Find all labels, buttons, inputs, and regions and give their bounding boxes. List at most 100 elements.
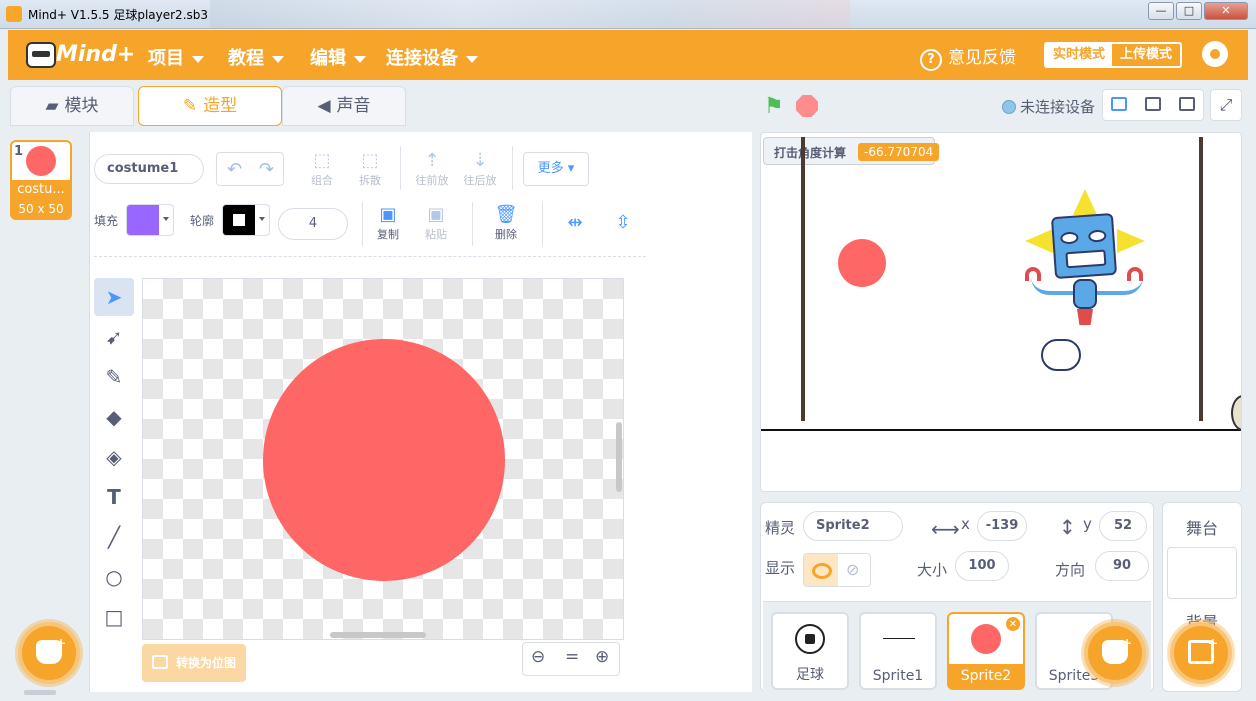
eye-icon[interactable] [804, 554, 838, 586]
large-stage-icon[interactable] [1179, 97, 1195, 111]
green-flag-icon[interactable]: ⚑ [764, 94, 784, 119]
add-costume-button[interactable]: + [18, 622, 80, 684]
outline-color-picker[interactable] [222, 204, 270, 236]
robot-ear [1117, 229, 1145, 253]
robot-sprite[interactable] [1023, 189, 1151, 389]
ground-line [761, 429, 1241, 431]
monitor-label: 打击角度计算 [774, 146, 847, 160]
x-label: x [961, 515, 970, 533]
divider [362, 202, 363, 246]
select-tool-icon[interactable]: ➤ [94, 278, 134, 316]
menu-tutorial[interactable]: 教程 [228, 44, 284, 70]
direction-input[interactable]: 90 [1095, 551, 1149, 581]
red-ball-sprite[interactable] [838, 239, 886, 287]
tab-blocks[interactable]: ▰ 模块 [10, 86, 134, 126]
upload-mode-button[interactable]: 上传模式 [1112, 44, 1180, 66]
paste-button[interactable]: ▣ 粘贴 [420, 204, 452, 242]
small-stage-icon[interactable] [1111, 97, 1127, 111]
paste-icon: ▣ [427, 204, 445, 225]
zoom-in-icon[interactable]: ⊕ [595, 647, 609, 667]
copy-button[interactable]: ▣ 复制 [372, 204, 404, 242]
eye-hidden-icon[interactable]: ⊘ [846, 560, 859, 579]
red-circle-thumbnail [26, 146, 56, 176]
add-backdrop-button[interactable]: + [1170, 622, 1232, 684]
redo-icon[interactable]: ↷ [259, 159, 274, 180]
minimize-button[interactable]: — [1148, 2, 1174, 20]
sprite-tile-sprite1[interactable]: Sprite1 [859, 612, 937, 690]
ungroup-button[interactable]: ⬚ 拆散 [352, 150, 388, 188]
undo-icon[interactable]: ↶ [227, 159, 242, 180]
forward-button[interactable]: ⇡ 往前放 [412, 150, 452, 188]
red-circle-shape[interactable] [263, 339, 505, 581]
menu-edit[interactable]: 编辑 [310, 44, 366, 70]
horizontal-scrollbar[interactable] [330, 632, 426, 638]
flip-horizontal-button[interactable]: ⇹ [562, 212, 588, 234]
device-status-label: 未连接设备 [1020, 98, 1096, 116]
chevron-down-icon [192, 55, 204, 63]
normal-stage-icon[interactable] [1145, 97, 1161, 111]
brush-tool-icon[interactable]: ✎ [94, 358, 134, 396]
eraser-tool-icon[interactable]: ◆ [94, 398, 134, 436]
flip-vertical-button[interactable]: ⇳ [610, 212, 636, 234]
soccer-ball-sprite[interactable] [1231, 395, 1241, 431]
outline-label: 轮廓 [190, 214, 215, 228]
stop-icon[interactable] [796, 95, 818, 117]
tab-sounds[interactable]: ◀ 声音 [282, 86, 406, 126]
drawing-canvas[interactable] [142, 278, 624, 640]
robot-eye [1060, 231, 1079, 245]
feedback-button[interactable]: ? 意见反馈 [920, 43, 1016, 71]
ungroup-icon: ⬚ [361, 150, 379, 171]
y-input[interactable]: 52 [1099, 511, 1147, 541]
robot-mouth [1065, 249, 1107, 269]
x-input[interactable]: -139 [977, 511, 1027, 541]
close-button[interactable]: ✕ [1204, 2, 1248, 20]
rectangle-tool-icon[interactable]: □ [94, 598, 134, 636]
circle-tool-icon[interactable]: ○ [94, 558, 134, 596]
text-tool-icon[interactable]: T [94, 478, 134, 516]
more-label: 更多 [537, 161, 564, 176]
live-mode-button[interactable]: 实时模式 [1046, 44, 1112, 66]
reshape-tool-icon[interactable]: ➹ [94, 318, 134, 356]
size-input[interactable]: 100 [955, 551, 1009, 581]
settings-gear-icon[interactable] [1202, 41, 1228, 67]
fill-tool-icon[interactable]: ◈ [94, 438, 134, 476]
tab-costumes-label: 造型 [203, 96, 238, 116]
menu-project[interactable]: 项目 [148, 44, 204, 70]
fill-color-picker[interactable] [126, 204, 174, 236]
delete-sprite-icon[interactable]: ✕ [1005, 616, 1021, 632]
costume-item[interactable]: 1 costu... 50 x 50 [10, 140, 72, 220]
sprite-name-input[interactable]: Sprite2 [803, 511, 903, 541]
robot-logo-icon [26, 42, 56, 68]
variable-monitor: 打击角度计算 -66.770704 [763, 137, 940, 165]
more-button[interactable]: 更多 ▾ [523, 152, 589, 186]
scroll-handle[interactable] [24, 690, 56, 695]
convert-to-bitmap-button[interactable]: 转换为位图 [142, 644, 246, 682]
toolbar-separator [94, 256, 646, 257]
stroke-width-input[interactable]: 4 [278, 208, 348, 240]
sprite-tile-label: Sprite1 [872, 668, 924, 684]
zoom-out-icon[interactable]: ⊖ [531, 647, 545, 667]
plus-icon: + [1207, 636, 1218, 650]
add-sprite-button[interactable]: + [1084, 622, 1146, 684]
tab-costumes[interactable]: ✎ 造型 [138, 86, 282, 126]
monitor-value: -66.770704 [858, 143, 940, 161]
costume-name-input[interactable]: costume1 [94, 154, 204, 184]
trash-icon: 🗑 [494, 204, 518, 225]
sprite-tile-sprite2[interactable]: ✕ Sprite2 [947, 612, 1025, 690]
vertical-scrollbar[interactable] [616, 422, 622, 492]
group-button[interactable]: ⬚ 组合 [304, 150, 340, 188]
delete-button[interactable]: 🗑 删除 [490, 204, 522, 242]
stage-canvas[interactable]: 打击角度计算 -66.770704 [760, 132, 1242, 492]
menu-connect-device[interactable]: 连接设备 [386, 44, 478, 70]
outline-color-swatch [223, 205, 255, 235]
backward-button[interactable]: ⇣ 往后放 [460, 150, 500, 188]
arrow-down-icon: ⇣ [472, 150, 488, 171]
maximize-button[interactable]: □ [1176, 2, 1202, 20]
fullscreen-icon[interactable]: ⤢ [1210, 89, 1242, 121]
convert-bitmap-label: 转换为位图 [176, 656, 237, 670]
line-tool-icon[interactable]: ╱ [94, 518, 134, 556]
plus-icon: + [1121, 636, 1132, 650]
sprite-tile-soccer[interactable]: 足球 [771, 612, 849, 690]
zoom-reset-icon[interactable]: = [565, 647, 579, 667]
robot-torso [1073, 279, 1097, 309]
